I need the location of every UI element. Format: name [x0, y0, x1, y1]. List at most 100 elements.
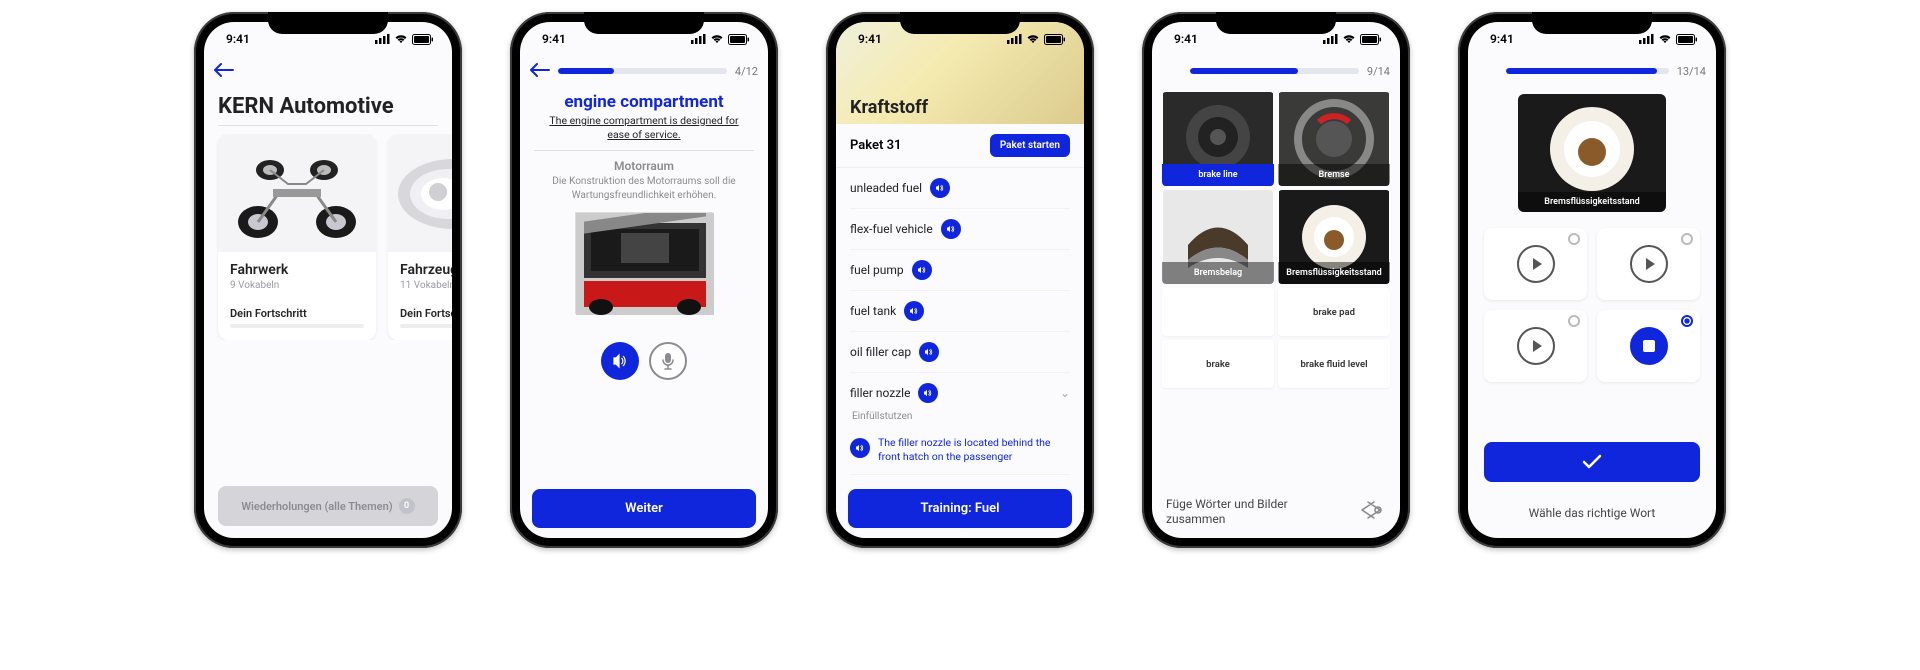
- play-audio-button[interactable]: [601, 342, 639, 380]
- topic-card-title: Fahrwerk: [230, 262, 364, 278]
- audio-icon[interactable]: [919, 342, 939, 362]
- tile-label: Bremsbelag: [1162, 262, 1274, 284]
- vocab-label: flex-fuel vehicle: [850, 222, 933, 236]
- word-tile[interactable]: brake fluid level: [1278, 340, 1390, 388]
- progress-bar: [230, 324, 364, 328]
- image-tile-bremsbelag[interactable]: Bremsbelag: [1162, 190, 1274, 284]
- status-icons: [691, 34, 750, 45]
- vocab-row[interactable]: unleaded fuel: [850, 168, 1070, 209]
- vocab-label: unleaded fuel: [850, 181, 922, 195]
- audio-icon[interactable]: [850, 438, 870, 458]
- image-tile-bremse[interactable]: Bremse: [1278, 92, 1390, 186]
- phone-1: 9:41 KERN Automotive: [194, 12, 462, 548]
- page-title: Kraftstoff: [850, 97, 928, 118]
- repetitions-label: Wiederholungen (alle Themen): [241, 500, 392, 513]
- audio-icon[interactable]: [904, 301, 924, 321]
- audio-icon[interactable]: [918, 383, 938, 403]
- status-time: 9:41: [226, 32, 250, 46]
- packet-label: Paket 31: [850, 138, 901, 153]
- status-time: 9:41: [858, 32, 882, 46]
- back-icon[interactable]: [530, 63, 550, 80]
- radio-icon: [1681, 315, 1693, 327]
- page-title: KERN Automotive: [204, 86, 452, 125]
- stop-icon[interactable]: [1630, 327, 1668, 365]
- repetitions-button[interactable]: Wiederholungen (alle Themen) 0: [218, 486, 438, 526]
- vocab-label: fuel tank: [850, 304, 896, 318]
- vocab-example: The filler nozzle is located behind the …: [878, 436, 1070, 464]
- vocab-word: engine compartment: [520, 92, 768, 112]
- status-icons: [1323, 34, 1382, 45]
- audio-option[interactable]: [1597, 228, 1700, 300]
- play-icon[interactable]: [1517, 245, 1555, 283]
- progress-bar: [1506, 68, 1669, 74]
- word-tile[interactable]: [1162, 288, 1274, 336]
- repetitions-badge: 0: [399, 498, 415, 514]
- vocab-label: oil filler cap: [850, 345, 911, 359]
- back-icon[interactable]: [214, 63, 234, 80]
- notch: [584, 12, 704, 34]
- vocab-row[interactable]: flex-fuel vehicle: [850, 209, 1070, 250]
- notch: [1532, 12, 1652, 34]
- progress-counter: 9/14: [1367, 65, 1390, 78]
- notch: [900, 12, 1020, 34]
- vocab-translation: Einfüllstutzen: [850, 411, 1070, 422]
- radio-icon: [1568, 233, 1580, 245]
- image-tile-bremsfluessigkeit[interactable]: Bremsflüssigkeitsstand: [1278, 190, 1390, 284]
- topic-card-beleuchtung[interactable]: Fahrzeugbeleuchtung 11 Vokabeln Dein For…: [388, 134, 452, 340]
- topic-card-fahrwerk[interactable]: Fahrwerk 9 Vokabeln Dein Fortschritt: [218, 134, 376, 340]
- audio-icon[interactable]: [941, 219, 961, 239]
- notch: [268, 12, 388, 34]
- question-label: Bremsflüssigkeitsstand: [1518, 192, 1666, 212]
- topic-card-image: [388, 134, 452, 252]
- vocab-row-expanded[interactable]: filler nozzle ⌄ Einfüllstutzen The fille…: [850, 373, 1070, 475]
- continue-button[interactable]: Weiter: [532, 489, 756, 528]
- audio-icon[interactable]: [912, 260, 932, 280]
- topic-card-image: [218, 134, 376, 252]
- status-time: 9:41: [1174, 32, 1198, 46]
- play-icon[interactable]: [1517, 327, 1555, 365]
- status-icons: [1639, 34, 1698, 45]
- audio-option-selected[interactable]: [1597, 310, 1700, 382]
- training-button[interactable]: Training: Fuel: [848, 489, 1072, 528]
- progress-label: Dein Fortschritt: [400, 307, 452, 320]
- audio-icon[interactable]: [930, 178, 950, 198]
- record-audio-button[interactable]: [649, 342, 687, 380]
- question-image: Bremsflüssigkeitsstand: [1518, 94, 1666, 212]
- vocab-row[interactable]: fuel tank: [850, 291, 1070, 332]
- audio-option[interactable]: [1484, 228, 1587, 300]
- vocab-translation-sentence: Die Konstruktion des Motorraums soll die…: [520, 173, 768, 212]
- vocab-translation: Motorraum: [520, 159, 768, 173]
- chevron-down-icon[interactable]: ⌄: [1060, 386, 1070, 400]
- phone-3: 9:41 Kraftstoff Paket 31 Paket starten u…: [826, 12, 1094, 548]
- progress-label: Dein Fortschritt: [230, 307, 364, 320]
- topic-card-title: Fahrzeugbeleuchtung: [400, 262, 452, 278]
- status-icons: [1007, 34, 1066, 45]
- tile-label: Bremsflüssigkeitsstand: [1278, 262, 1390, 284]
- vocab-row[interactable]: oil filler cap: [850, 332, 1070, 373]
- divider: [534, 150, 754, 151]
- phone-2: 9:41 4/12 engine compartment The engine …: [510, 12, 778, 548]
- play-icon[interactable]: [1630, 245, 1668, 283]
- instruction-text: Füge Wörter und Bilder zusammen: [1166, 497, 1316, 528]
- tile-label: brake line: [1162, 164, 1274, 186]
- vocab-row[interactable]: fuel pump: [850, 250, 1070, 291]
- start-packet-button[interactable]: Paket starten: [990, 134, 1070, 157]
- status-time: 9:41: [542, 32, 566, 46]
- swipe-icon: [1356, 498, 1386, 527]
- vocab-image: [575, 212, 713, 314]
- progress-bar: [558, 68, 727, 74]
- status-time: 9:41: [1490, 32, 1514, 46]
- audio-option[interactable]: [1484, 310, 1587, 382]
- progress-bar: [400, 324, 452, 328]
- phone-4: 9:41 9/14 brake line Bremse: [1142, 12, 1410, 548]
- progress-counter: 13/14: [1677, 65, 1706, 78]
- radio-icon: [1568, 315, 1580, 327]
- status-icons: [375, 34, 434, 45]
- image-tile-brake-line[interactable]: brake line: [1162, 92, 1274, 186]
- notch: [1216, 12, 1336, 34]
- vocab-label: fuel pump: [850, 263, 904, 277]
- divider: [218, 125, 438, 126]
- word-tile[interactable]: brake: [1162, 340, 1274, 388]
- word-tile[interactable]: brake pad: [1278, 288, 1390, 336]
- confirm-button[interactable]: [1484, 442, 1700, 482]
